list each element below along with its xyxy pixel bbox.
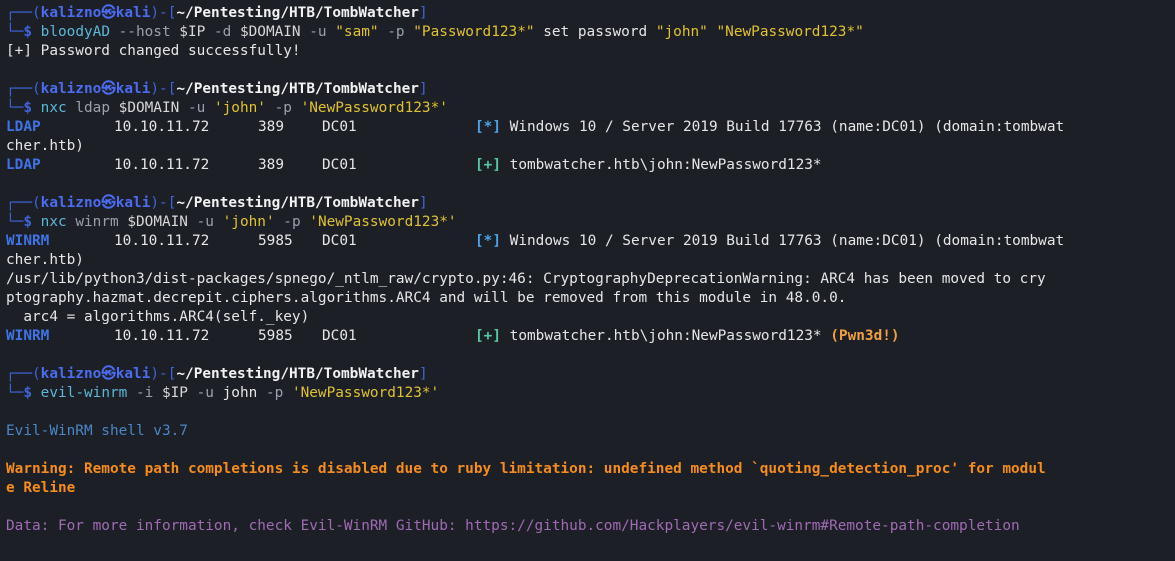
output-row: LDAP 10.10.11.72 389 DC01 [+] tombwatcher.ht…	[6, 157, 822, 173]
shell-version: Evil-WinRM shell v3.7	[6, 423, 188, 439]
data-line: Data: For more information, check Evil-W…	[6, 518, 1020, 534]
output-line: arc4 = algorithms.ARC4(self._key)	[6, 309, 310, 325]
pwned-badge: (Pwn3d!)	[830, 328, 900, 344]
output-line: ptography.hazmat.decrepit.ciphers.algori…	[6, 290, 847, 306]
output-row: LDAP 10.10.11.72 389 DC01 [*] Windows 10 / S…	[6, 119, 1065, 135]
command-line: └─$ nxc ldap $DOMAIN -u 'john' -p 'NewPa…	[6, 100, 448, 116]
output-line: /usr/lib/python3/dist-packages/spnego/_n…	[6, 271, 1046, 287]
output-line: cher.htb)	[6, 252, 84, 268]
prompt-line: ┌──(kalizno㉿kali)-[~/Pentesting/HTB/Tomb…	[6, 81, 428, 97]
output-row: WINRM 10.10.11.72 5985 DC01 [*] Windows 10 /…	[6, 233, 1065, 249]
terminal[interactable]: ┌──(kalizno㉿kali)-[~/Pentesting/HTB/Tomb…	[0, 0, 1175, 536]
prompt-line: ┌──(kalizno㉿kali)-[~/Pentesting/HTB/Tomb…	[6, 366, 428, 382]
command-line: └─$ bloodyAD --host $IP -d $DOMAIN -u "s…	[6, 24, 864, 40]
prompt-line: ┌──(kalizno㉿kali)-[~/Pentesting/HTB/Tomb…	[6, 5, 428, 21]
output-line: [+] Password changed successfully!	[6, 43, 301, 59]
warning-line: Warning: Remote path completions is disa…	[6, 461, 1046, 477]
warning-line: e Reline	[6, 480, 76, 496]
prompt-line: ┌──(kalizno㉿kali)-[~/Pentesting/HTB/Tomb…	[6, 195, 428, 211]
command-line: └─$ evil-winrm -i $IP -u john -p 'NewPas…	[6, 385, 440, 401]
output-line: cher.htb)	[6, 138, 84, 154]
command-line: └─$ nxc winrm $DOMAIN -u 'john' -p 'NewP…	[6, 214, 457, 230]
output-row: WINRM 10.10.11.72 5985 DC01 [+] tombwatcher.…	[6, 328, 900, 344]
